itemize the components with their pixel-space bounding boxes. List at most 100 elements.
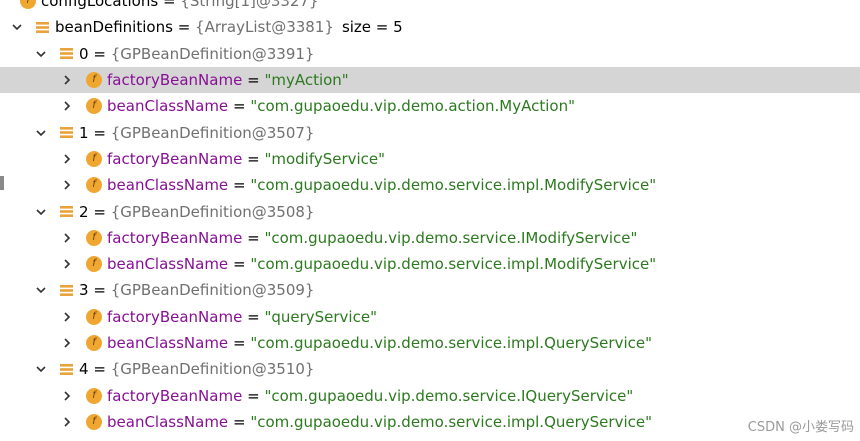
list-icon bbox=[60, 206, 73, 218]
chevron-down-icon[interactable] bbox=[36, 364, 46, 374]
field-name: factoryBeanName bbox=[107, 228, 243, 247]
chevron-right-icon[interactable] bbox=[62, 101, 72, 111]
tree-row-bean-definitions[interactable]: beanDefinitions = {ArrayList@3381} size … bbox=[0, 14, 860, 40]
field-icon: f bbox=[86, 177, 102, 194]
tree-row-item[interactable]: 0 = {GPBeanDefinition@3391} bbox=[0, 41, 860, 67]
equals-sign: = bbox=[247, 307, 260, 326]
equals-sign: = bbox=[93, 360, 106, 379]
field-name: beanClassName bbox=[107, 97, 229, 116]
item-value: {GPBeanDefinition@3508} bbox=[110, 202, 315, 221]
chevron-down-icon[interactable] bbox=[36, 128, 46, 138]
tree-row-factory-bean-name[interactable]: f factoryBeanName = "com.gupaoedu.vip.dem… bbox=[0, 225, 860, 251]
field-name: factoryBeanName bbox=[107, 71, 243, 90]
tree-row-item[interactable]: 1 = {GPBeanDefinition@3507} bbox=[0, 119, 860, 145]
field-value: {ArrayList@3381} bbox=[195, 18, 334, 37]
equals-sign: = bbox=[247, 149, 260, 168]
field-value: "queryService" bbox=[264, 307, 377, 326]
item-index: 0 bbox=[79, 44, 89, 63]
tree-row-item[interactable]: 2 = {GPBeanDefinition@3508} bbox=[0, 198, 860, 224]
field-name: beanClassName bbox=[107, 255, 229, 274]
field-value: "com.gupaoedu.vip.demo.service.impl.Modi… bbox=[250, 255, 657, 274]
tree-row-item[interactable]: 3 = {GPBeanDefinition@3509} bbox=[0, 277, 860, 303]
chevron-right-icon[interactable] bbox=[62, 391, 72, 401]
field-value: {String[1]@3327} bbox=[180, 0, 319, 11]
chevron-down-icon[interactable] bbox=[36, 49, 46, 59]
list-icon bbox=[60, 127, 73, 139]
chevron-right-icon[interactable] bbox=[62, 154, 72, 164]
field-icon: f bbox=[86, 335, 102, 351]
tree-row-bean-class-name[interactable]: f beanClassName = "com.gupaoedu.vip.demo.… bbox=[0, 251, 860, 277]
item-index: 1 bbox=[79, 123, 89, 142]
chevron-right-icon[interactable] bbox=[62, 233, 72, 243]
field-icon: f bbox=[86, 256, 102, 273]
field-name: beanClassName bbox=[107, 334, 229, 352]
field-value: "com.gupaoedu.vip.demo.action.MyAction" bbox=[250, 97, 575, 116]
equals-sign: = bbox=[232, 334, 246, 352]
tree-row-factory-bean-name[interactable]: f factoryBeanName = "modifyService" bbox=[0, 146, 860, 172]
field-icon: f bbox=[86, 150, 102, 167]
field-name: factoryBeanName bbox=[107, 307, 243, 326]
chevron-right-icon[interactable] bbox=[62, 338, 72, 348]
size-label: size = 5 bbox=[341, 18, 403, 37]
equals-sign: = bbox=[232, 412, 246, 431]
field-value: "com.gupaoedu.vip.demo.service.impl.Modi… bbox=[250, 176, 657, 195]
field-value: "com.gupaoedu.vip.demo.service.IModifySe… bbox=[264, 228, 638, 247]
field-icon: f bbox=[86, 413, 102, 430]
tree-row-item[interactable]: 4 = {GPBeanDefinition@3510} bbox=[0, 356, 860, 382]
tree-row-bean-class-name[interactable]: f beanClassName = "com.gupaoedu.vip.demo.… bbox=[0, 330, 860, 356]
equals-sign: = bbox=[232, 97, 246, 116]
tree-row-factory-bean-name[interactable]: f factoryBeanName = "myAction" bbox=[0, 66, 860, 94]
chevron-right-icon[interactable] bbox=[62, 259, 72, 269]
equals-sign: = bbox=[247, 228, 260, 247]
variables-tree: f configLocations = {String[1]@3327} bea… bbox=[0, 0, 860, 435]
field-name: configLocations bbox=[41, 0, 159, 11]
list-icon bbox=[36, 21, 49, 33]
watermark: CSDN @小娄写码 bbox=[747, 420, 854, 435]
field-icon: f bbox=[86, 72, 102, 89]
equals-sign: = bbox=[93, 123, 106, 142]
field-value: "modifyService" bbox=[264, 149, 386, 168]
chevron-right-icon[interactable] bbox=[62, 75, 72, 85]
field-value: "com.gupaoedu.vip.demo.service.impl.Quer… bbox=[250, 412, 652, 431]
tree-row-factory-bean-name[interactable]: f factoryBeanName = "queryService" bbox=[0, 304, 860, 330]
equals-sign: = bbox=[93, 202, 106, 221]
tree-row-bean-class-name[interactable]: f beanClassName = "com.gupaoedu.vip.demo.… bbox=[0, 172, 860, 198]
field-name: beanDefinitions bbox=[55, 18, 173, 37]
tree-row-bean-class-name[interactable]: f beanClassName = "com.gupaoedu.vip.demo.… bbox=[0, 409, 860, 435]
list-icon bbox=[60, 284, 73, 296]
field-icon: f bbox=[86, 387, 102, 404]
field-icon: f bbox=[20, 0, 36, 10]
equals-sign: = bbox=[232, 176, 246, 195]
equals-sign: = bbox=[177, 18, 191, 37]
item-value: {GPBeanDefinition@3391} bbox=[110, 44, 315, 63]
field-name: factoryBeanName bbox=[107, 149, 243, 168]
equals-sign: = bbox=[247, 386, 260, 405]
field-value: "myAction" bbox=[264, 71, 349, 90]
chevron-down-icon[interactable] bbox=[36, 207, 46, 217]
gutter-marker bbox=[0, 176, 4, 190]
item-value: {GPBeanDefinition@3510} bbox=[110, 360, 315, 379]
equals-sign: = bbox=[247, 71, 260, 90]
chevron-right-icon[interactable] bbox=[62, 180, 72, 190]
field-icon: f bbox=[86, 229, 102, 246]
item-value: {GPBeanDefinition@3507} bbox=[110, 123, 315, 142]
item-index: 4 bbox=[79, 360, 89, 379]
field-name: factoryBeanName bbox=[107, 386, 243, 405]
equals-sign: = bbox=[162, 0, 176, 11]
tree-row-bean-class-name[interactable]: f beanClassName = "com.gupaoedu.vip.demo.… bbox=[0, 93, 860, 119]
chevron-right-icon[interactable] bbox=[62, 417, 72, 427]
tree-row-config-locations[interactable]: f configLocations = {String[1]@3327} bbox=[0, 0, 860, 14]
chevron-right-icon[interactable] bbox=[62, 312, 72, 322]
bean-definition-list: 0 = {GPBeanDefinition@3391} f factoryBeanN… bbox=[0, 41, 860, 435]
item-index: 2 bbox=[79, 202, 89, 221]
chevron-down-icon[interactable] bbox=[36, 285, 46, 295]
tree-row-factory-bean-name[interactable]: f factoryBeanName = "com.gupaoedu.vip.dem… bbox=[0, 382, 860, 408]
equals-sign: = bbox=[93, 281, 106, 300]
chevron-down-icon[interactable] bbox=[12, 22, 22, 32]
list-icon bbox=[60, 48, 73, 60]
field-name: beanClassName bbox=[107, 412, 229, 431]
field-value: "com.gupaoedu.vip.demo.service.IQuerySer… bbox=[264, 386, 634, 405]
item-value: {GPBeanDefinition@3509} bbox=[110, 281, 315, 300]
list-icon bbox=[60, 363, 73, 375]
field-value: "com.gupaoedu.vip.demo.service.impl.Quer… bbox=[250, 334, 652, 352]
